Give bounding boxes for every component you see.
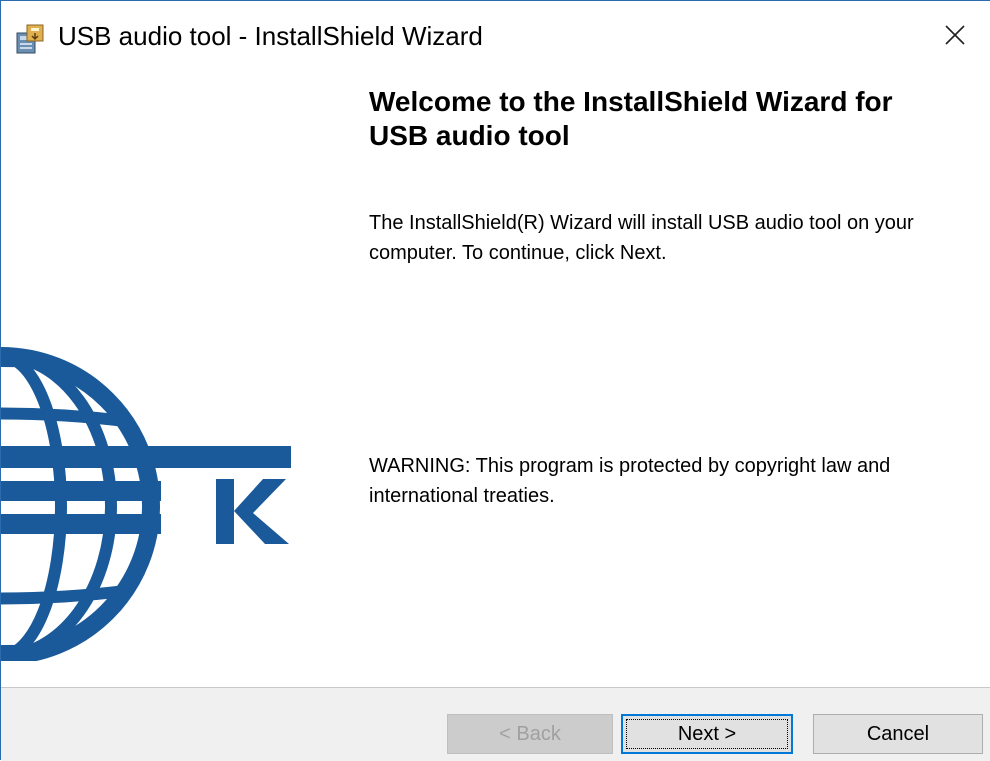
window-title: USB audio tool - InstallShield Wizard <box>58 21 483 51</box>
globe-logo <box>0 331 301 665</box>
close-icon <box>944 24 966 50</box>
intro-text: The InstallShield(R) Wizard will install… <box>369 212 914 264</box>
next-button[interactable]: Next > <box>621 714 793 754</box>
back-button-label: < Back <box>499 722 561 745</box>
installer-icon <box>13 23 47 57</box>
cancel-button[interactable]: Cancel <box>813 714 983 754</box>
cancel-button-label: Cancel <box>866 722 930 745</box>
welcome-title: Welcome to the InstallShield Wizard for … <box>369 86 893 151</box>
focus-rect <box>626 719 788 749</box>
back-button[interactable]: < Back <box>447 714 613 754</box>
welcome-section: Welcome to the InstallShield Wizard for … <box>369 85 969 153</box>
title-bar: USB audio tool - InstallShield Wizard <box>1 1 990 73</box>
installer-window: USB audio tool - InstallShield Wizard We… <box>0 0 990 761</box>
warning-text: WARNING: This program is protected by co… <box>369 455 891 507</box>
close-button[interactable] <box>920 1 990 73</box>
